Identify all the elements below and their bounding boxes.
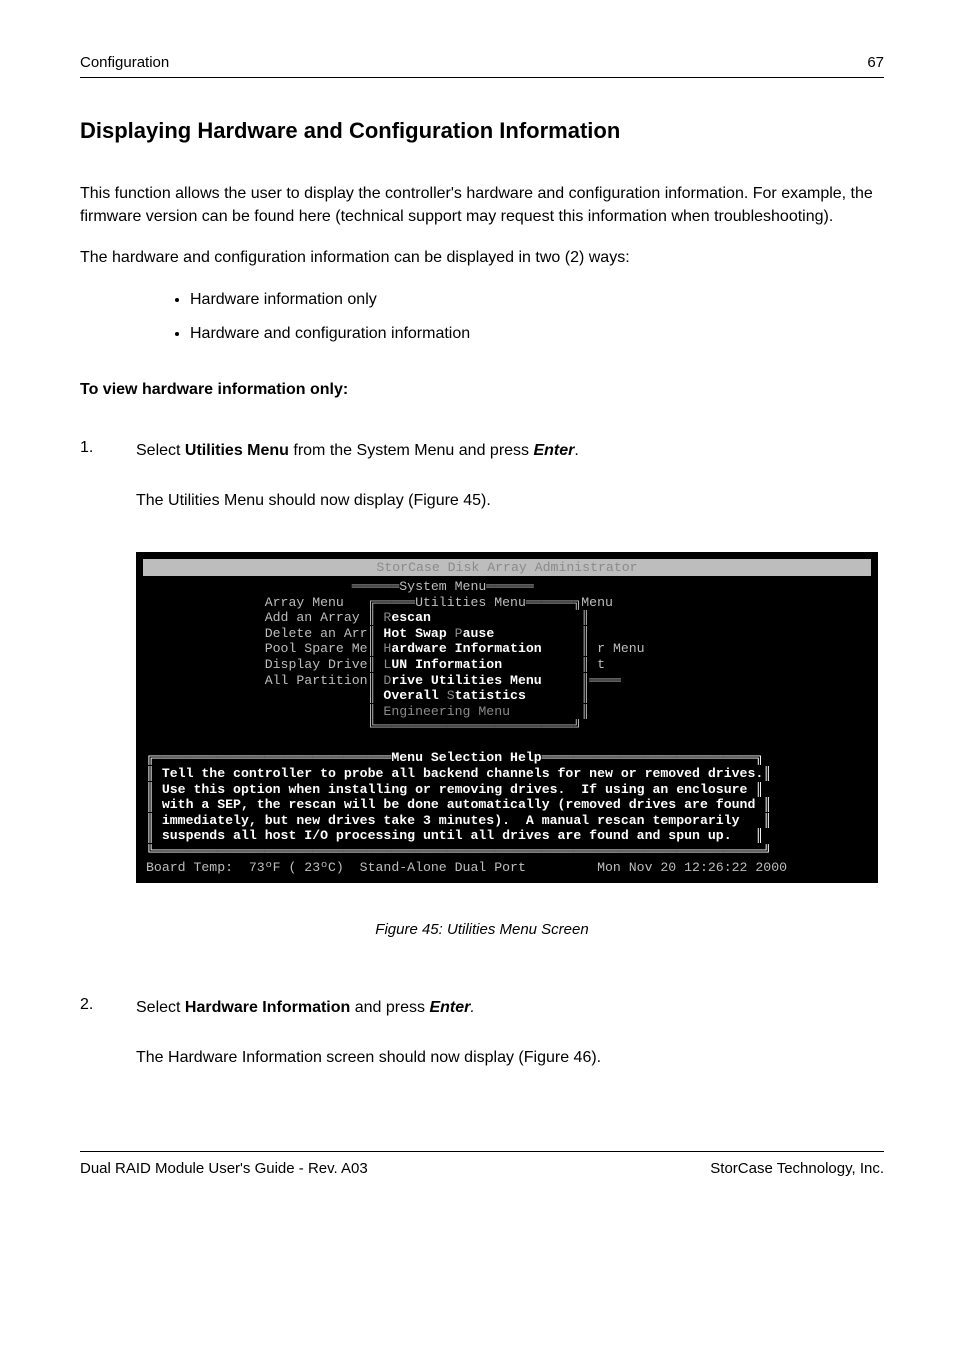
terminal-line: ║ suspends all host I/O processing until… (146, 828, 763, 843)
terminal-line: ══════System Menu══════ (146, 579, 740, 594)
terminal-line: Pool Spare Me║ Hardware Information ║ r … (146, 641, 747, 656)
terminal-line: All Partition║ Drive Utilities Menu ║═══… (146, 673, 747, 688)
terminal-line: ╚═════════════════════════╝ (146, 719, 740, 734)
step-number: 2. (80, 996, 136, 1070)
step-1: 1. Select Utilities Menu from the System… (80, 439, 884, 513)
step-number: 1. (80, 439, 136, 513)
terminal-line: ║ Engineering Menu ║ (146, 704, 747, 719)
terminal-line: ║ Overall Statistics ║ (146, 688, 747, 703)
terminal-line: ║ with a SEP, the rescan will be done au… (146, 797, 771, 812)
terminal-line: ║ immediately, but new drives take 3 min… (146, 813, 771, 828)
bullet-item: Hardware and configuration information (190, 322, 884, 347)
terminal-line: ╔══════════════════════════════Menu Sele… (146, 750, 763, 765)
step-2: 2. Select Hardware Information and press… (80, 996, 884, 1070)
terminal-line (146, 735, 740, 750)
header-left: Configuration (80, 54, 169, 71)
terminal-line: ║ Tell the controller to probe all backe… (146, 766, 771, 781)
terminal-line: ║ Use this option when installing or rem… (146, 782, 763, 797)
intro-paragraph-2: The hardware and configuration informati… (80, 246, 884, 269)
step-1-text: Select Utilities Menu from the System Me… (136, 442, 579, 459)
terminal-line: Array Menu ╔═════Utilities Menu══════╗Me… (146, 595, 740, 610)
step-1-result: The Utilities Menu should now display (F… (136, 492, 491, 509)
terminal-titlebar: StorCase Disk Array Administrator (143, 559, 871, 577)
bullet-list: Hardware information only Hardware and c… (80, 288, 884, 348)
figure-caption: Figure 45: Utilities Menu Screen (80, 921, 884, 938)
terminal-screenshot: StorCase Disk Array Administrator ══════… (136, 552, 878, 884)
terminal-status-bar: Board Temp: 73ºF ( 23ºC) Stand-Alone Dua… (146, 860, 787, 875)
terminal-line: Delete an Arr║ Hot Swap Pause ║ (146, 626, 747, 641)
bullet-item: Hardware information only (190, 288, 884, 313)
terminal-line: Add an Array ║ Rescan ║ (146, 610, 747, 625)
step-2-text: Select Hardware Information and press En… (136, 999, 475, 1016)
terminal-line: ╚═══════════════════════════════════════… (146, 844, 771, 859)
step-list: 1. Select Utilities Menu from the System… (80, 439, 884, 513)
step-list-continued: 2. Select Hardware Information and press… (80, 996, 884, 1070)
page-footer: Dual RAID Module User's Guide - Rev. A03… (80, 1151, 884, 1177)
section-title: Displaying Hardware and Configuration In… (80, 118, 884, 144)
page-root: Configuration 67 Displaying Hardware and… (0, 0, 954, 1217)
footer-right: StorCase Technology, Inc. (710, 1160, 884, 1177)
page-header: Configuration 67 (80, 54, 884, 78)
step-2-result: The Hardware Information screen should n… (136, 1049, 601, 1066)
terminal-line: Display Drive║ LUN Information ║ t (146, 657, 747, 672)
procedure-subhead: To view hardware information only: (80, 381, 884, 399)
intro-paragraph-1: This function allows the user to display… (80, 182, 884, 228)
footer-left: Dual RAID Module User's Guide - Rev. A03 (80, 1160, 368, 1177)
header-page-number: 67 (867, 54, 884, 71)
terminal-window: StorCase Disk Array Administrator ══════… (136, 552, 878, 884)
